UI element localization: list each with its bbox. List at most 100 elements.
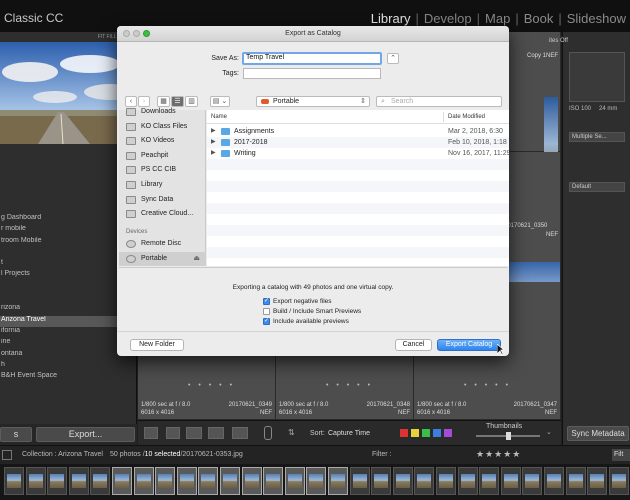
filmstrip-thumb[interactable] bbox=[544, 467, 564, 495]
minimize-icon[interactable] bbox=[133, 30, 140, 37]
second-window-icon[interactable] bbox=[2, 450, 12, 460]
survey-view-button[interactable] bbox=[208, 427, 224, 439]
sort-direction-icon[interactable]: ⇅ bbox=[288, 428, 295, 437]
filmstrip-thumb[interactable] bbox=[306, 467, 327, 495]
color-label-yellow[interactable] bbox=[411, 429, 419, 437]
close-icon[interactable] bbox=[123, 30, 130, 37]
eject-icon[interactable]: ⏏ bbox=[193, 252, 200, 266]
export-catalog-button[interactable]: Export Catalog bbox=[437, 339, 501, 351]
dialog-title: Export as Catalog bbox=[117, 26, 509, 42]
file-name: Assignments bbox=[234, 128, 275, 135]
device-item[interactable]: Remote Disc bbox=[119, 237, 206, 251]
filmstrip-thumb[interactable] bbox=[328, 467, 348, 495]
filmstrip-thumb[interactable] bbox=[176, 467, 197, 495]
tags-input[interactable] bbox=[243, 68, 381, 79]
filmstrip-thumb[interactable] bbox=[436, 467, 456, 495]
filmstrip-thumb[interactable] bbox=[479, 467, 500, 495]
color-label-green[interactable] bbox=[422, 429, 430, 437]
column-name[interactable]: Name bbox=[211, 114, 227, 120]
filmstrip-thumb[interactable] bbox=[47, 467, 68, 495]
module-book[interactable]: Book bbox=[524, 11, 554, 26]
folder-icon bbox=[126, 181, 136, 189]
option-checkbox[interactable]: ✓ bbox=[263, 318, 270, 325]
option-checkbox[interactable]: ✓ bbox=[263, 298, 270, 305]
filmstrip-thumb[interactable] bbox=[371, 467, 392, 495]
filmstrip-thumb[interactable] bbox=[392, 467, 413, 495]
file-row[interactable]: ▶ Assignments Mar 2, 2018, 6:30 bbox=[207, 126, 509, 137]
filmstrip-thumb[interactable] bbox=[198, 467, 219, 495]
collection-item[interactable]: h bbox=[0, 361, 137, 372]
grid-view-button[interactable] bbox=[144, 427, 158, 439]
import-button[interactable]: s bbox=[0, 427, 32, 442]
device-item[interactable]: Portable ⏏ bbox=[119, 251, 206, 266]
column-date[interactable]: Date Modified bbox=[448, 114, 485, 120]
cancel-button[interactable]: Cancel bbox=[395, 339, 432, 351]
filmstrip-thumb[interactable] bbox=[68, 467, 89, 495]
filmstrip-thumb[interactable] bbox=[522, 467, 543, 495]
rating-filter[interactable]: ★★★★★ bbox=[476, 449, 521, 460]
filmstrip-thumb[interactable] bbox=[4, 467, 24, 495]
sync-metadata-button[interactable]: Sync Metadata bbox=[567, 426, 629, 441]
module-map[interactable]: Map bbox=[485, 11, 510, 26]
collection-item[interactable]: B&H Event Space bbox=[0, 372, 137, 383]
painter-icon[interactable] bbox=[264, 426, 272, 440]
module-library[interactable]: Library bbox=[371, 11, 411, 26]
location-select[interactable]: Portable ⇕ bbox=[256, 96, 370, 107]
filmstrip-thumb[interactable] bbox=[414, 467, 435, 495]
compare-view-button[interactable] bbox=[186, 427, 202, 439]
module-slideshow[interactable]: Slideshow bbox=[567, 11, 626, 26]
filmstrip-thumb[interactable] bbox=[155, 467, 176, 495]
color-label-purple[interactable] bbox=[444, 429, 452, 437]
filmstrip[interactable] bbox=[0, 464, 630, 500]
save-as-input[interactable]: Temp Travel bbox=[242, 52, 382, 65]
filmstrip-thumb[interactable] bbox=[284, 467, 305, 495]
search-icon: ⌕ bbox=[381, 98, 385, 105]
zoom-icon[interactable] bbox=[143, 30, 150, 37]
slider-thumb[interactable] bbox=[506, 432, 511, 440]
sidebar-item[interactable]: Library bbox=[119, 178, 206, 192]
disclosure-triangle-icon[interactable]: ▶ bbox=[211, 148, 216, 159]
filmstrip-thumb[interactable] bbox=[457, 467, 478, 495]
filmstrip-thumb[interactable] bbox=[112, 467, 132, 495]
chevron-down-icon[interactable]: ⌄ bbox=[546, 428, 552, 436]
multiple-select[interactable]: Multiple Se... bbox=[569, 132, 625, 142]
filter-button[interactable]: Filt bbox=[612, 449, 630, 461]
module-develop[interactable]: Develop bbox=[424, 11, 472, 26]
filmstrip-thumb[interactable] bbox=[263, 467, 284, 495]
chevron-up-icon[interactable]: ⌃ bbox=[387, 53, 399, 64]
sidebar-item[interactable]: Sync Data bbox=[119, 193, 206, 207]
search-input[interactable]: ⌕ Search bbox=[376, 96, 502, 107]
filmstrip-thumb[interactable] bbox=[587, 467, 608, 495]
filmstrip-thumb[interactable] bbox=[133, 467, 154, 495]
file-row[interactable]: ▶ 2017-2018 Feb 10, 2018, 1:18 bbox=[207, 137, 509, 148]
filmstrip-thumb[interactable] bbox=[241, 467, 262, 495]
filmstrip-thumb[interactable] bbox=[90, 467, 111, 495]
disclosure-triangle-icon[interactable]: ▶ bbox=[211, 126, 216, 137]
gallery-view-button[interactable]: ▤ ⌄ bbox=[210, 96, 230, 107]
filmstrip-thumb[interactable] bbox=[349, 467, 370, 495]
filmstrip-thumb[interactable] bbox=[608, 467, 629, 495]
sidebar-item[interactable]: PS CC CIB bbox=[119, 163, 206, 177]
filmstrip-thumb[interactable] bbox=[500, 467, 521, 495]
new-folder-button[interactable]: New Folder bbox=[130, 339, 184, 351]
filmstrip-thumb[interactable] bbox=[220, 467, 240, 495]
export-button[interactable]: Export... bbox=[36, 427, 135, 442]
color-label-red[interactable] bbox=[400, 429, 408, 437]
file-row[interactable]: ▶ Writing Nov 16, 2017, 11:29 bbox=[207, 148, 509, 159]
filmstrip-thumb[interactable] bbox=[25, 467, 46, 495]
sidebar-item[interactable]: KO Videos bbox=[119, 134, 206, 148]
loupe-view-button[interactable] bbox=[166, 427, 180, 439]
preset-select[interactable]: Default bbox=[569, 182, 625, 192]
disclosure-triangle-icon[interactable]: ▶ bbox=[211, 137, 216, 148]
sort-select[interactable]: Capture Time bbox=[328, 430, 370, 437]
filmstrip-thumb[interactable] bbox=[565, 467, 586, 495]
option-checkbox[interactable] bbox=[263, 308, 270, 315]
sidebar-item[interactable]: Creative Cloud... bbox=[119, 207, 206, 221]
people-view-button[interactable] bbox=[232, 427, 248, 439]
sidebar-item[interactable]: KO Class Files bbox=[119, 120, 206, 134]
color-label-blue[interactable] bbox=[433, 429, 441, 437]
collection-path[interactable]: Collection : Arizona Travel bbox=[22, 451, 103, 458]
export-options: Exporting a catalog with 49 photos and o… bbox=[119, 267, 507, 329]
sidebar-item[interactable]: Peachpit bbox=[119, 149, 206, 163]
sidebar-item[interactable]: Downloads bbox=[119, 105, 206, 119]
